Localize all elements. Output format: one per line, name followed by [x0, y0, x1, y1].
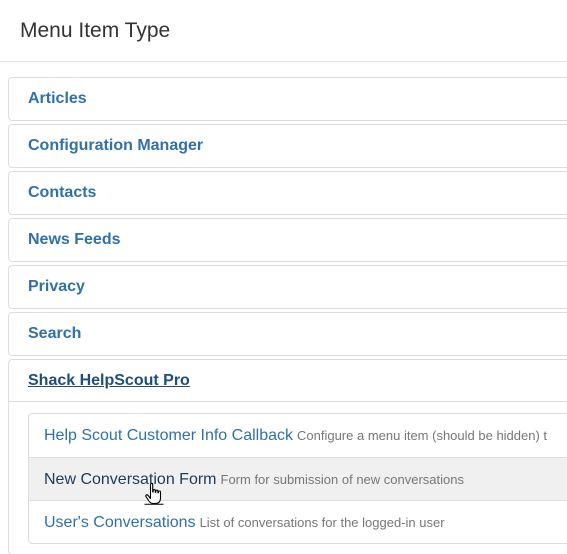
accordion-body-shack-helpscout-pro: Help Scout Customer Info Callback Configu…	[9, 402, 567, 554]
accordion-group-search: Search	[8, 312, 567, 356]
accordion-group-privacy: Privacy	[8, 265, 567, 309]
menu-type-item-desc: Form for submission of new conversations	[220, 472, 464, 487]
menu-type-item-title[interactable]: New Conversation Form	[44, 471, 217, 488]
accordion-heading-search[interactable]: Search	[9, 313, 567, 355]
menu-type-accordion: Articles Configuration Manager Contacts …	[8, 77, 567, 554]
menu-type-item-title[interactable]: User's Conversations	[44, 514, 196, 531]
accordion-heading-contacts[interactable]: Contacts	[9, 172, 567, 214]
accordion-group-contacts: Contacts	[8, 171, 567, 215]
menu-type-item-users-conversations[interactable]: User's Conversations List of conversation…	[29, 500, 567, 543]
accordion-heading-shack-helpscout-pro[interactable]: Shack HelpScout Pro	[9, 360, 567, 402]
accordion-heading-configuration-manager[interactable]: Configuration Manager	[9, 125, 567, 167]
accordion-heading-news-feeds[interactable]: News Feeds	[9, 219, 567, 261]
modal-header: Menu Item Type	[0, 0, 567, 62]
accordion-group-news-feeds: News Feeds	[8, 218, 567, 262]
hand-pointer-icon	[144, 483, 164, 505]
menu-type-item-title[interactable]: Help Scout Customer Info Callback	[44, 427, 293, 444]
menu-type-item-new-conversation-form[interactable]: New Conversation Form Form for submission…	[29, 457, 567, 500]
menu-type-item-desc: Configure a menu item (should be hidden)…	[297, 428, 548, 443]
menu-type-item-desc: List of conversations for the logged-in …	[199, 515, 445, 530]
menu-type-list: Help Scout Customer Info Callback Configu…	[28, 413, 567, 544]
modal-title: Menu Item Type	[20, 19, 171, 42]
accordion-group-configuration-manager: Configuration Manager	[8, 124, 567, 168]
accordion-group-shack-helpscout-pro: Shack HelpScout Pro Help Scout Customer …	[8, 359, 567, 554]
menu-item-type-modal: Menu Item Type Articles Configuration Ma…	[0, 0, 567, 554]
menu-type-item-customer-info-callback[interactable]: Help Scout Customer Info Callback Configu…	[29, 414, 567, 457]
accordion-heading-privacy[interactable]: Privacy	[9, 266, 567, 308]
accordion-heading-articles[interactable]: Articles	[9, 78, 567, 120]
accordion-group-articles: Articles	[8, 77, 567, 121]
